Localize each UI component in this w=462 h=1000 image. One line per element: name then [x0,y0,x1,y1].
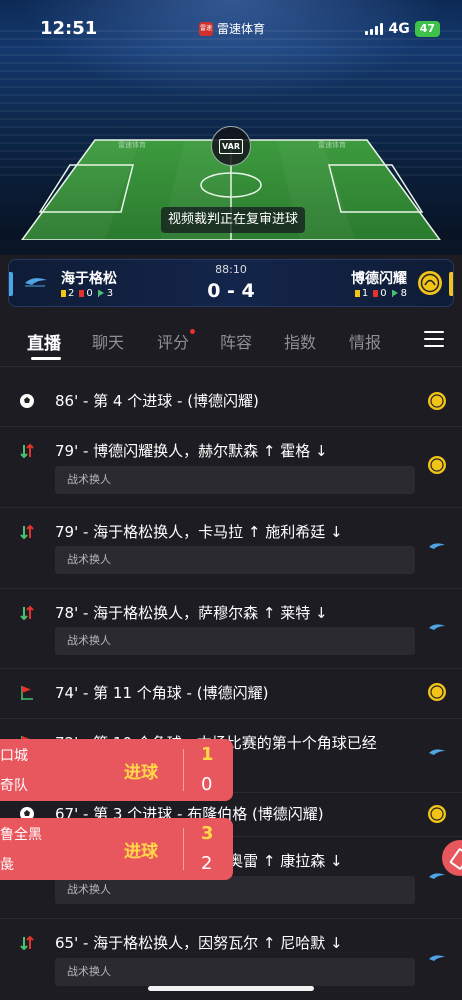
scoreboard: 海于格松 2 0 3 88:10 0 - 4 博德闪耀 1 0 8 [8,259,454,307]
menu-icon[interactable] [424,331,444,347]
divider [0,588,462,589]
tab-live[interactable]: 直播 [27,329,61,354]
status-app-name: 雷速体育 [217,22,266,36]
event-text: 65' - 海于格松换人，因努瓦尔 ↑ 尼哈默 ↓ [55,934,343,952]
event-text: 78' - 海于格松换人，萨穆尔森 ↑ 莱特 ↓ [55,604,328,622]
corner-flag-icon [21,686,33,700]
soccer-ball-icon [20,394,34,408]
divider [0,507,462,508]
event-text: 86' - 第 4 个进球 - (博德闪耀) [55,392,259,410]
tab-chat[interactable]: 聊天 [92,329,124,353]
away-stats: 1 0 8 [354,288,407,299]
red-card-icon [373,290,379,297]
event-text: 79' - 博德闪耀换人，赫尔默森 ↑ 霍格 ↓ [55,442,328,460]
active-tab-indicator [31,357,61,360]
divider [0,718,462,719]
app-logo-icon: 雷速 [199,21,213,36]
away-team-name[interactable]: 博德闪耀 [351,268,407,288]
event-text: 79' - 海于格松换人，卡马拉 ↑ 施利希廷 ↓ [55,523,343,541]
substitution-icon [20,605,34,621]
network-type: 4G [388,21,410,37]
status-app: 雷速 雷速体育 [199,20,265,37]
away-yellow-count: 1 [361,288,369,299]
divider [183,749,184,791]
home-team-logo-icon [429,749,445,755]
tab-odds[interactable]: 指数 [284,329,316,353]
divider [183,828,184,870]
tab-lineup[interactable]: 阵容 [220,329,252,353]
away-team-logo-icon [428,805,446,823]
away-team-logo-icon [428,392,446,410]
home-team-logo-icon [429,873,445,879]
divider [0,366,462,367]
goal-team1: 鲁全黑 [0,827,42,843]
goal-score1: 3 [201,823,214,844]
event-subtitle: 战术换人 [55,466,415,494]
svg-text:雷速体育: 雷速体育 [118,140,146,149]
status-bar: 12:51 雷速 雷速体育 4G 47 [0,0,462,58]
tab-rating[interactable]: 评分 [157,329,189,353]
away-red-count: 0 [380,288,387,299]
rating-notification-dot [190,329,195,334]
divider [0,426,462,427]
divider [0,918,462,919]
goal-notification[interactable]: 口城 奇队 进球 1 0 [0,739,233,801]
event-subtitle: 战术换人 [55,546,415,574]
goal-score1: 1 [201,744,214,765]
battery-icon: 47 [414,21,440,37]
goal-label: 进球 [124,842,158,862]
substitution-icon [20,935,34,951]
status-time: 12:51 [40,18,98,39]
away-team-logo-icon [428,456,446,474]
event-subtitle: 战术换人 [55,876,415,904]
event-subtitle: 战术换人 [55,627,415,655]
status-indicators: 4G 47 [365,21,440,37]
signal-icon [365,23,384,35]
substitution-icon [20,524,34,540]
stadium-header: 雷速体育 雷速体育 12:51 雷速 雷速体育 4G 47 VAR 视频裁判正在… [0,0,462,255]
goal-team2: 奇队 [0,778,28,794]
var-badge: VAR [211,126,251,166]
event-text: 74' - 第 11 个角球 - (博德闪耀) [55,684,269,702]
goal-team2: 彘 [0,857,14,873]
tab-bar: 直播 聊天 评分 阵容 指数 情报 [0,317,462,365]
goal-team1: 口城 [0,748,28,764]
event-timeline: 86' - 第 4 个进球 - (博德闪耀) 79' - 博德闪耀换人，赫尔默森… [0,380,462,1000]
corner-flag-icon [391,290,399,297]
goal-score2: 0 [201,774,213,795]
home-indicator[interactable] [148,986,314,991]
event-subtitle: 战术换人 [55,958,415,986]
goal-score2: 2 [201,853,213,874]
goal-label: 进球 [124,763,158,783]
var-icon: VAR [219,138,243,154]
away-team-logo-icon[interactable] [417,270,443,296]
substitution-icon [20,443,34,459]
var-message: 视频裁判正在复审进球 [161,207,306,233]
home-team-logo-icon [429,543,445,549]
goal-notification[interactable]: 鲁全黑 彘 进球 3 2 [0,818,233,880]
home-team-logo-icon [429,955,445,961]
away-corner-count: 8 [400,288,407,299]
home-team-logo-icon [429,624,445,630]
yellow-card-icon [354,290,360,297]
divider [0,668,462,669]
away-team-logo-icon [428,683,446,701]
svg-text:雷速体育: 雷速体育 [318,140,346,149]
tab-intel[interactable]: 情报 [349,329,381,353]
